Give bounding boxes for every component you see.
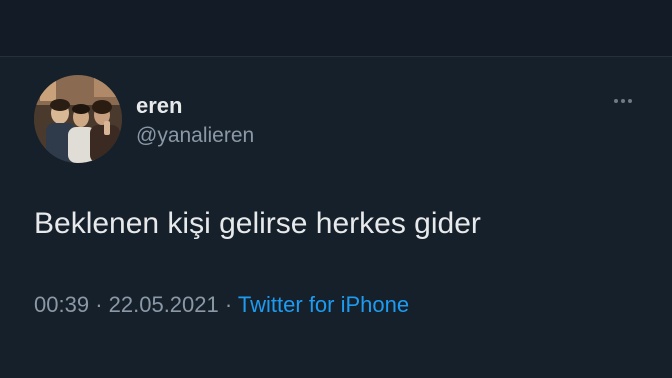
meta-separator: · [95, 292, 103, 317]
tweet-date[interactable]: 22.05.2021 [109, 292, 219, 317]
meta-separator: · [224, 292, 233, 317]
avatar[interactable] [34, 75, 122, 163]
more-horizontal-icon [621, 99, 625, 103]
tweet-card: eren @yanalieren Beklenen kişi gelirse h… [0, 57, 672, 378]
more-options-button[interactable] [606, 91, 640, 111]
more-horizontal-icon [628, 99, 632, 103]
tweet-source-link[interactable]: Twitter for iPhone [238, 292, 409, 317]
user-handle[interactable]: @yanalieren [136, 123, 254, 149]
tweet-time[interactable]: 00:39 [34, 292, 89, 317]
avatar-photo [34, 75, 122, 163]
more-horizontal-icon [614, 99, 618, 103]
tweet-text: Beklenen kişi gelirse herkes gider [34, 207, 481, 240]
display-name[interactable]: eren [136, 93, 182, 119]
tweet-metadata: 00:39 · 22.05.2021 · Twitter for iPhone [34, 290, 409, 320]
top-bar [0, 0, 672, 56]
tweet-screenshot: eren @yanalieren Beklenen kişi gelirse h… [0, 0, 672, 378]
